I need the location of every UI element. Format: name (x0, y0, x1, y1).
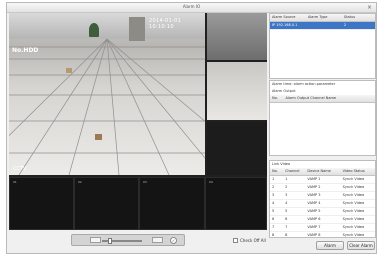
table-header: Alarm Source Alarm Type Status (270, 14, 375, 22)
channel-label: 04 (209, 180, 213, 184)
table-cell: 4 (285, 201, 288, 205)
table-cell: Synch Video (342, 225, 365, 229)
table-cell: 1 (272, 177, 275, 181)
camera-view-4[interactable] (207, 122, 267, 175)
table-cell: 6 (285, 217, 288, 221)
table-cell: Synch Video (342, 209, 365, 213)
playback-bar: ✓ (71, 234, 185, 246)
camera-view-2[interactable] (207, 13, 267, 60)
table-cell: 3 (272, 193, 275, 197)
table-row[interactable]: 4 4 VAMP 4 Synch Video (270, 200, 375, 208)
table-row[interactable]: 8 8 VAMP 8 Synch Video (270, 232, 375, 240)
table-cell: VAMP 5 (307, 209, 321, 213)
link-video-label: Link Video (272, 162, 291, 166)
alarm-button[interactable]: Alarm (316, 241, 344, 250)
alarm-output-label: Alarm Output (272, 89, 296, 93)
table-cell: Synch Video (342, 217, 365, 221)
column-header[interactable]: Alarm Output Channel Name (284, 95, 375, 102)
next-button[interactable] (152, 237, 163, 243)
playback-slider[interactable] (102, 238, 142, 244)
table-cell: 7 (272, 225, 275, 229)
table-cell: 5 (285, 209, 288, 213)
video-grid: No.HDD 2014-01-01 10:10:10 CCTV 01 02 03… (9, 13, 267, 230)
alarm-notice: Alarm time: alarm action parameter (272, 82, 336, 86)
clear-alarm-button[interactable]: Clear Alarm (347, 241, 375, 250)
column-header[interactable]: No. (270, 95, 284, 102)
slider-knob[interactable] (108, 238, 112, 244)
close-icon[interactable]: × (366, 4, 373, 11)
camera-view-5[interactable]: 01 (9, 177, 74, 230)
table-row[interactable]: IP 192.168.0.1 2 (270, 22, 375, 30)
table-cell: IP 192.168.0.1 (272, 23, 298, 27)
checkbox-icon[interactable] (233, 238, 238, 243)
table-cell: 8 (285, 233, 288, 237)
camera-timestamp: 2014-01-01 10:10:10 (149, 18, 182, 30)
table-cell: VAMP 2 (307, 185, 321, 189)
link-video-panel: Link Video No. Channel Device Name Video… (269, 160, 376, 240)
alarm-output-panel: Alarm time: alarm action parameter Alarm… (269, 80, 376, 156)
table-row[interactable]: 2 2 VAMP 2 Synch Video (270, 184, 375, 192)
table-cell: Synch Video (342, 193, 365, 197)
camera-view-8[interactable]: 04 (205, 177, 267, 230)
table-row[interactable]: 1 1 VAMP 1 Synch Video (270, 176, 375, 184)
check-off-all[interactable]: Check Off All (233, 238, 266, 243)
table-cell: VAMP 8 (307, 233, 321, 237)
channel-label: 03 (143, 180, 147, 184)
table-cell: 1 (285, 177, 288, 181)
alarm-window: Alarm IO × No.HDD 2014-01-01 10:10:10 CC… (6, 2, 377, 254)
table-cell: VAMP 1 (307, 177, 321, 181)
column-header[interactable]: Status (342, 14, 375, 21)
table-row[interactable]: 3 3 VAMP 3 Synch Video (270, 192, 375, 200)
table-cell: 2 (272, 185, 275, 189)
table-header: No. Channel Device Name Video Status (270, 168, 375, 176)
column-header[interactable]: Channel (283, 168, 305, 175)
table-cell (306, 22, 342, 29)
channel-label: 02 (78, 180, 82, 184)
checkbox-label: Check Off All (240, 238, 266, 243)
camera-view-6[interactable]: 02 (74, 177, 139, 230)
camera-label: No.HDD (12, 47, 39, 54)
table-header: No. Alarm Output Channel Name (270, 95, 375, 103)
column-header[interactable]: No. (270, 168, 283, 175)
table-cell: 7 (285, 225, 288, 229)
table-cell: 3 (285, 193, 288, 197)
table-cell: Synch Video (342, 177, 365, 181)
table-cell: 2 (285, 185, 288, 189)
alarm-source-table: Alarm Source Alarm Type Status IP 192.16… (269, 13, 376, 79)
table-row[interactable]: 5 5 VAMP 5 Synch Video (270, 208, 375, 216)
table-cell: 4 (272, 201, 275, 205)
table-cell: Synch Video (342, 233, 365, 237)
table-cell: Synch Video (342, 201, 365, 205)
camera-watermark: CCTV (13, 166, 27, 172)
table-cell: VAMP 3 (307, 193, 321, 197)
main-camera-view[interactable]: No.HDD 2014-01-01 10:10:10 CCTV (9, 13, 205, 175)
table-cell: Synch Video (342, 185, 365, 189)
channel-label: 01 (13, 180, 17, 184)
floor-object (66, 68, 72, 73)
title-bar: Alarm IO × (7, 3, 376, 13)
window-title: Alarm IO (182, 4, 201, 9)
table-cell: VAMP 7 (307, 225, 321, 229)
table-cell: 6 (272, 217, 275, 221)
table-cell: 8 (272, 233, 275, 237)
settings-icon[interactable]: ✓ (170, 237, 177, 244)
table-row[interactable]: 7 7 VAMP 7 Synch Video (270, 224, 375, 232)
floor-object (95, 134, 102, 140)
table-row[interactable]: 6 6 VAMP 6 Synch Video (270, 216, 375, 224)
table-cell: 2 (343, 23, 347, 27)
table-cell: 5 (272, 209, 275, 213)
floor-grid (9, 38, 205, 175)
column-header[interactable]: Alarm Source (270, 14, 306, 21)
camera-view-3[interactable] (207, 62, 267, 120)
column-header[interactable]: Device Name (305, 168, 340, 175)
column-header[interactable]: Video Status (341, 168, 375, 175)
link-video-rows: 1 1 VAMP 1 Synch Video 2 2 VAMP 2 Synch Video 3 3… (270, 176, 375, 240)
table-cell: VAMP 4 (307, 201, 321, 205)
column-header[interactable]: Alarm Type (306, 14, 342, 21)
prev-button[interactable] (90, 237, 101, 243)
camera-view-7[interactable]: 03 (139, 177, 205, 230)
table-cell: VAMP 6 (307, 217, 321, 221)
